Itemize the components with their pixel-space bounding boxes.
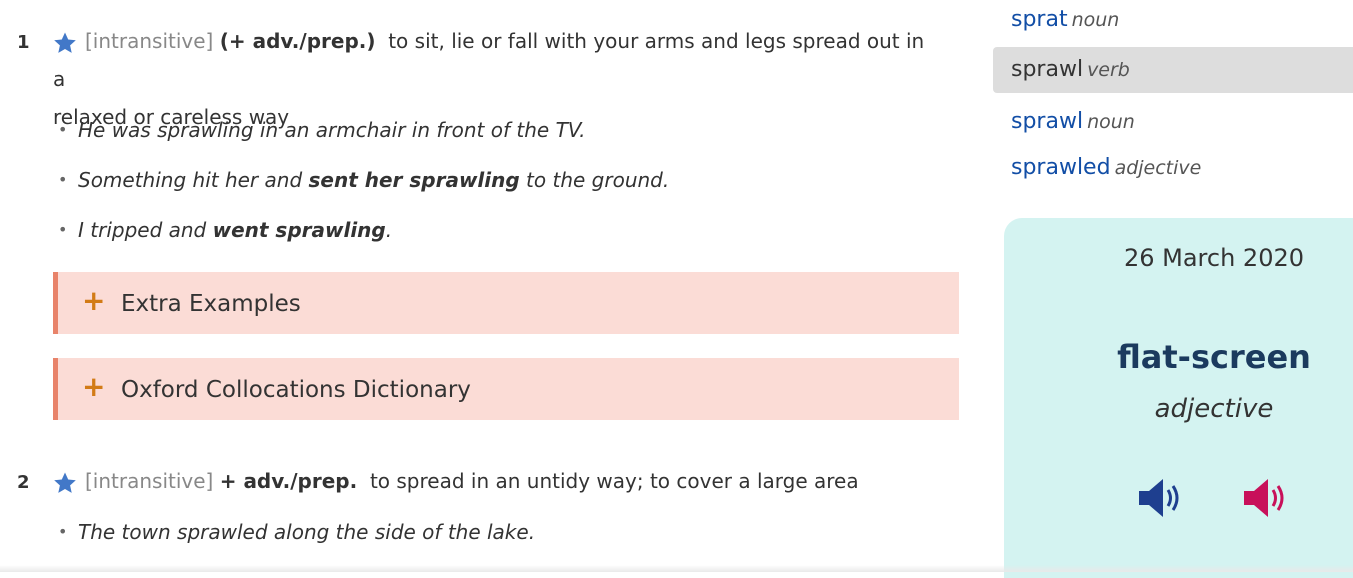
nearby-word-pos: noun	[1087, 111, 1135, 133]
nearby-word-label: sprat	[1011, 7, 1068, 32]
sense-number: 1	[17, 32, 30, 53]
nearby-word-sprawl-verb[interactable]: sprawl verb	[993, 47, 1353, 93]
nearby-word-sprawl-noun[interactable]: sprawl noun	[993, 99, 1353, 145]
nearby-word-pos: adjective	[1114, 157, 1202, 179]
collocations-toggle[interactable]: + Oxford Collocations Dictionary	[53, 358, 959, 420]
wotd-word-link[interactable]: flat-screen	[1004, 338, 1353, 376]
wotd-date: 26 March 2020	[1123, 244, 1305, 272]
nearby-word-pos: verb	[1087, 59, 1130, 81]
sidebar: sprat noun sprawl verb sprawl noun sprawled…	[993, 0, 1353, 578]
collocation-highlight: sent her sprawling	[308, 168, 520, 192]
plus-icon: +	[82, 370, 106, 403]
plus-icon: +	[82, 284, 106, 317]
nearby-word-pos: noun	[1071, 9, 1120, 31]
definition-text: to spread in an untidy way; to cover a l…	[369, 469, 859, 493]
collocation-highlight: went sprawling	[212, 218, 386, 242]
example-list: The town sprawled along the side of the …	[58, 520, 535, 570]
example-sentence: I tripped and went sprawling.	[58, 218, 669, 268]
example-sentence: The town sprawled along the side of the …	[58, 520, 535, 570]
wotd-part-of-speech: adjective	[1154, 394, 1274, 424]
collocations-label: Oxford Collocations Dictionary	[121, 377, 471, 403]
nearby-word-label: sprawl	[1011, 57, 1084, 82]
nearby-word-label: sprawled	[1011, 155, 1111, 180]
extra-examples-toggle[interactable]: + Extra Examples	[53, 272, 959, 334]
example-sentence: Something hit her and sent her sprawling…	[58, 168, 669, 218]
grammar-pattern: + adv./prep.	[219, 469, 358, 493]
nearby-word-label: sprawl	[1011, 109, 1084, 134]
extra-examples-label: Extra Examples	[121, 291, 301, 317]
word-of-the-day-panel: 26 March 2020 flat-screen adjective	[1004, 218, 1353, 578]
grammar-label: [intransitive]	[85, 469, 214, 493]
speaker-us-icon[interactable]	[1242, 476, 1290, 520]
nearby-word-sprat-noun[interactable]: sprat noun	[993, 0, 1353, 43]
grammar-label: [intransitive]	[85, 29, 214, 53]
nearby-word-sprawled-adjective[interactable]: sprawled adjective	[993, 145, 1353, 191]
example-sentence: He was sprawling in an armchair in front…	[58, 118, 669, 168]
example-list: He was sprawling in an armchair in front…	[58, 118, 669, 268]
entry-main: 1 [intransitive] (+ adv./prep.) to sit, …	[0, 0, 970, 572]
bottom-divider	[0, 565, 1353, 572]
definition: [intransitive] + adv./prep. to spread in…	[53, 462, 933, 500]
grammar-pattern: (+ adv./prep.)	[219, 29, 376, 53]
speaker-uk-icon[interactable]	[1137, 476, 1185, 520]
sense-number: 2	[17, 472, 30, 493]
